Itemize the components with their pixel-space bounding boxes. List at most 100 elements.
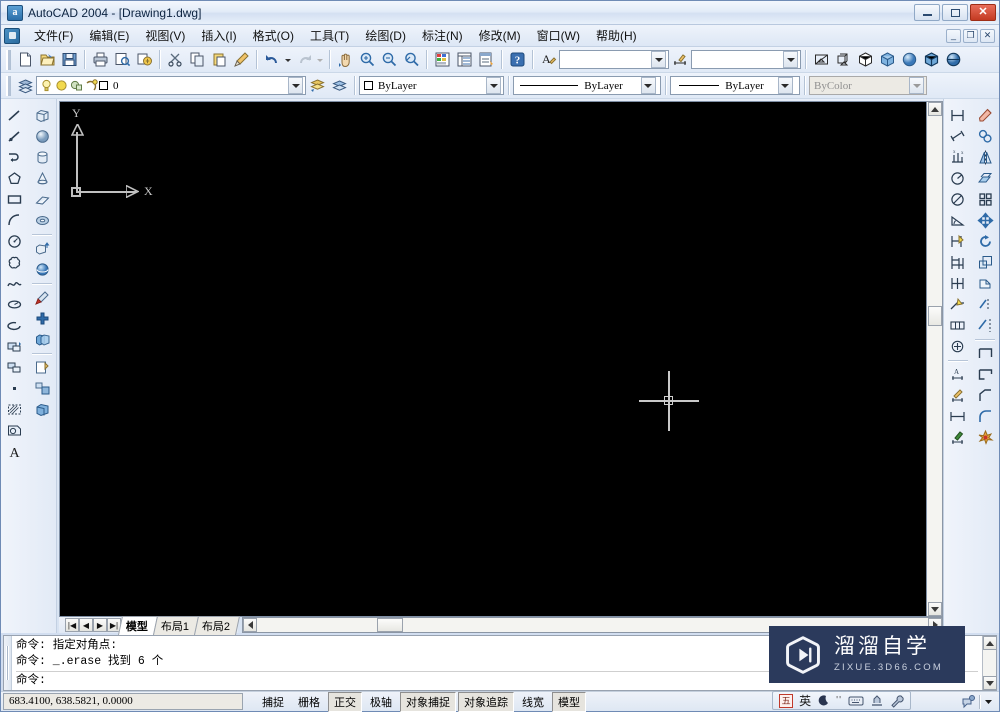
menu-insert[interactable]: 插入(I) [193, 24, 244, 47]
handwriting-icon[interactable] [870, 694, 884, 707]
flat-shaded-edges-icon[interactable] [920, 49, 942, 71]
make-object-layer-current-icon[interactable] [306, 75, 328, 97]
chevron-down-icon[interactable] [778, 77, 793, 94]
help-icon[interactable]: ? [506, 49, 528, 71]
menu-help[interactable]: 帮助(H) [588, 24, 645, 47]
publish-icon[interactable] [133, 49, 155, 71]
chevron-down-icon[interactable] [783, 51, 798, 68]
menu-draw[interactable]: 绘图(D) [357, 24, 414, 47]
flat-shaded-icon[interactable] [876, 49, 898, 71]
hatch-icon[interactable] [4, 399, 26, 420]
tray-expand-icon[interactable] [983, 696, 994, 707]
fillet-icon[interactable] [974, 406, 996, 427]
cylinder-icon[interactable] [31, 147, 53, 168]
maximize-button[interactable] [942, 4, 968, 21]
point-icon[interactable] [4, 378, 26, 399]
baseline-dimension-icon[interactable] [947, 252, 969, 273]
vscroll-track-lower[interactable] [927, 326, 942, 602]
layer-properties-manager-icon[interactable] [14, 75, 36, 97]
make-block-icon[interactable] [4, 357, 26, 378]
slice-icon[interactable] [31, 287, 53, 308]
polyline-icon[interactable] [4, 147, 26, 168]
prev-tab-icon[interactable]: ◀ [79, 618, 93, 632]
new-icon[interactable] [14, 49, 36, 71]
command-scroll-down[interactable] [983, 676, 997, 690]
command-scrollbar[interactable] [982, 636, 996, 690]
status-toggle-lineweight[interactable]: 线宽 [516, 692, 550, 712]
copy-icon[interactable] [186, 49, 208, 71]
region-icon[interactable] [4, 420, 26, 441]
mdi-close-button[interactable]: ✕ [980, 29, 995, 43]
setup-drawing-icon[interactable] [31, 357, 53, 378]
designcenter-icon[interactable] [453, 49, 475, 71]
scroll-left-button[interactable] [243, 618, 257, 632]
dimension-text-edit-icon[interactable] [947, 385, 969, 406]
tab-layout2[interactable]: 布局2 [194, 616, 240, 635]
color-combo[interactable]: ByLayer [359, 76, 504, 95]
ordinate-dimension-icon[interactable]: xx [947, 147, 969, 168]
array-icon[interactable] [974, 189, 996, 210]
cut-icon[interactable] [164, 49, 186, 71]
box-icon[interactable] [31, 105, 53, 126]
drawing-canvas[interactable]: Y X [59, 101, 927, 617]
extend-icon[interactable] [974, 315, 996, 336]
extrude-icon[interactable] [31, 238, 53, 259]
menu-edit[interactable]: 编辑(E) [81, 24, 137, 47]
tab-layout1[interactable]: 布局1 [153, 616, 199, 635]
properties-icon[interactable] [431, 49, 453, 71]
zoom-window-icon[interactable] [378, 49, 400, 71]
construction-line-icon[interactable] [4, 126, 26, 147]
setup-view-icon[interactable] [31, 378, 53, 399]
center-mark-icon[interactable] [947, 336, 969, 357]
layer-previous-icon[interactable] [328, 75, 350, 97]
2d-wireframe-icon[interactable] [810, 49, 832, 71]
open-icon[interactable] [36, 49, 58, 71]
plot-icon[interactable] [89, 49, 111, 71]
chevron-down-icon[interactable] [486, 77, 501, 94]
dimension-style-control-icon[interactable] [947, 427, 969, 448]
trim-icon[interactable] [974, 294, 996, 315]
arc-icon[interactable] [4, 210, 26, 231]
redo-icon[interactable] [293, 49, 315, 71]
text-style-combo[interactable] [559, 50, 669, 69]
command-scroll-up[interactable] [983, 636, 997, 650]
soft-keyboard-icon[interactable] [848, 695, 864, 707]
lineweight-combo[interactable]: ByLayer [670, 76, 800, 95]
layer-combo[interactable]: 0 [36, 76, 306, 95]
status-toggle-grid[interactable]: 栅格 [292, 692, 326, 712]
toolbar-grip[interactable] [6, 76, 11, 96]
menu-window[interactable]: 窗口(W) [529, 24, 588, 47]
rotate-icon[interactable] [974, 231, 996, 252]
insert-block-icon[interactable] [4, 336, 26, 357]
menu-dimension[interactable]: 标注(N) [414, 24, 471, 47]
dimension-update-icon[interactable] [947, 406, 969, 427]
radius-dimension-icon[interactable] [947, 168, 969, 189]
circle-icon[interactable] [4, 231, 26, 252]
multiline-text-icon[interactable]: A [4, 441, 26, 462]
erase-icon[interactable] [974, 105, 996, 126]
sphere-icon[interactable] [31, 126, 53, 147]
command-window-grip[interactable] [4, 636, 12, 690]
dimension-edit-icon[interactable]: A [947, 364, 969, 385]
pan-realtime-icon[interactable] [334, 49, 356, 71]
ellipse-icon[interactable] [4, 294, 26, 315]
dimension-style-combo[interactable] [691, 50, 801, 69]
torus-icon[interactable] [31, 210, 53, 231]
vscroll-thumb[interactable] [928, 306, 942, 326]
ellipse-arc-icon[interactable] [4, 315, 26, 336]
undo-dropdown-icon[interactable] [283, 49, 293, 71]
section-icon[interactable] [31, 308, 53, 329]
match-properties-icon[interactable] [230, 49, 252, 71]
status-toggle-osnap[interactable]: 对象捕捉 [400, 692, 456, 712]
menu-view[interactable]: 视图(V) [137, 24, 193, 47]
hidden-icon[interactable] [854, 49, 876, 71]
wrench-icon[interactable] [890, 694, 904, 708]
menu-tools[interactable]: 工具(T) [302, 24, 357, 47]
command-scroll-track[interactable] [983, 650, 996, 676]
menu-file[interactable]: 文件(F) [26, 24, 81, 47]
document-control-icon[interactable] [4, 28, 20, 44]
status-toggle-otrack[interactable]: 对象追踪 [458, 692, 514, 712]
status-toggle-ortho[interactable]: 正交 [328, 692, 362, 712]
cone-icon[interactable] [31, 168, 53, 189]
break-icon[interactable] [974, 364, 996, 385]
